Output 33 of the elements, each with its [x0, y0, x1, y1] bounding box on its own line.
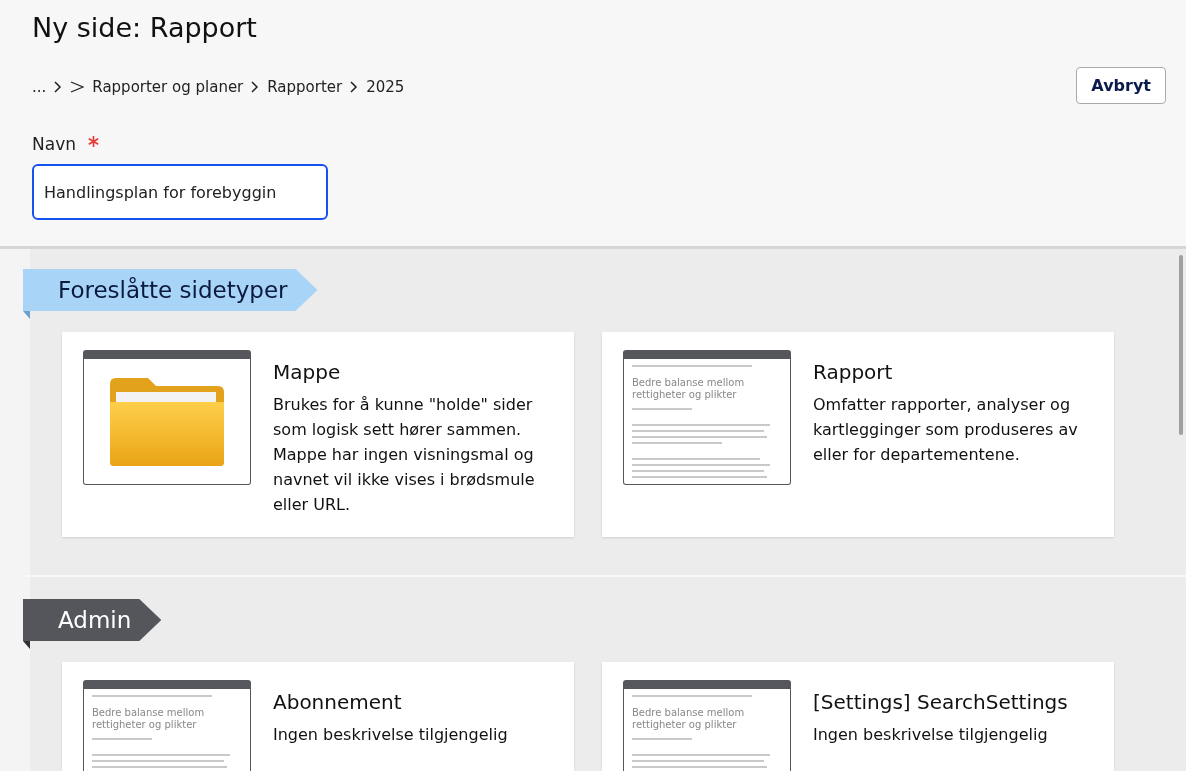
card-title: [Settings] SearchSettings — [813, 690, 1068, 714]
name-input-field[interactable]: Handlingsplan for forebyggin — [32, 164, 328, 220]
breadcrumb-link[interactable]: 2025 — [366, 77, 405, 96]
breadcrumb-link[interactable]: ... — [32, 77, 47, 96]
breadcrumb-link[interactable]: Rapporter — [267, 77, 343, 96]
card-description: Brukes for å kunne "holde" sider som logisk sett hører sammen. Mappe har ingen visningsmal og navnet vil ikke vises i brødsmule eller URL. — [273, 394, 536, 516]
card-description: Ingen beskrivelse tilgjengelig — [273, 724, 508, 746]
section-banner: Admin — [23, 599, 162, 641]
page-type-card[interactable]: Mappe Brukes for å kunne "holde" sider som logisk sett hører sammen. Mappe har ingen visningsmal og navnet vil ikke vises i brødsmule eller URL. — [62, 332, 574, 537]
scrollbar[interactable] — [1179, 255, 1183, 435]
field-label: Navn — [32, 134, 76, 154]
preview-title: Bedre balanse mellom rettigheter og plikter — [92, 707, 206, 730]
card-title: Mappe — [273, 360, 342, 384]
card-description: Ingen beskrivelse tilgjengelig — [813, 724, 1049, 746]
page-type-card[interactable]: Bedre balanse mellom rettigheter og plikter Rapport Omfatter rapporter, analyser og kartlegginger som produseres av eller for departementene. — [602, 332, 1114, 537]
breadcrumb-link[interactable]: Rapporter og planer — [92, 77, 244, 96]
preview-title: Bedre balanse mellom rettigheter og plikter — [632, 707, 746, 730]
card-description: Omfatter rapporter, analyser og kartlegginger som produseres av eller for departementene. — [813, 394, 1079, 466]
chevron-right-icon — [70, 79, 85, 94]
chevron-right-icon — [350, 80, 359, 93]
card-title: Rapport — [813, 360, 894, 384]
card-title: Abonnement — [273, 690, 403, 714]
folder-icon — [108, 375, 226, 468]
page-type-card[interactable]: Bedre balanse mellom rettigheter og plikter Abonnement Ingen beskrivelse tilgjengelig — [62, 662, 574, 771]
banner-fold — [23, 311, 30, 319]
chevron-right-icon — [54, 80, 63, 93]
cancel-button[interactable]: Avbryt — [1076, 67, 1166, 104]
section-banner: Foreslåtte sidetyper — [23, 269, 318, 311]
preview-title: Bedre balanse mellom rettigheter og plikter — [632, 377, 746, 400]
page-title: Ny side: Rapport — [32, 12, 258, 43]
banner-fold — [23, 641, 30, 649]
chevron-right-icon — [251, 80, 260, 93]
page-type-card[interactable]: Bedre balanse mellom rettigheter og plikter [Settings] SearchSettings Ingen beskrivelse tilgjengelig — [602, 662, 1114, 771]
